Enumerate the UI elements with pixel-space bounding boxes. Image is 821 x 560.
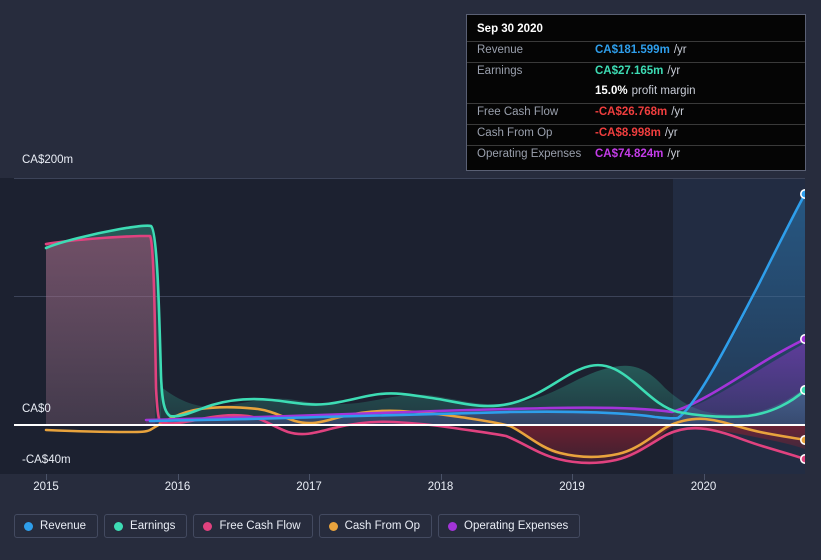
tooltip-row-value: -CA$8.998m — [595, 127, 661, 139]
legend-item-label: Earnings — [130, 520, 176, 532]
legend-color-dot-icon — [203, 521, 213, 531]
y-axis-label-zero: CA$0 — [22, 403, 51, 415]
tooltip-row: Cash From Op -CA$8.998m/yr — [467, 124, 805, 145]
endpoint-revenue — [800, 189, 805, 199]
legend-item-earnings[interactable]: Earnings — [104, 514, 188, 538]
tooltip-row: Earnings CA$27.165m/yr — [467, 62, 805, 83]
tooltip-rows: Revenue CA$181.599m/yr Earnings CA$27.165m /… — [467, 41, 805, 166]
fcf-area-early — [46, 236, 155, 424]
tooltip-row-value: -CA$26.768m — [595, 106, 668, 118]
legend-item-revenue[interactable]: Revenue — [14, 514, 99, 538]
legend-item-operating-expenses[interactable]: Operating Expenses — [438, 514, 581, 538]
x-axis-label: 2015 — [33, 481, 59, 493]
tooltip-row-label: Cash From Op — [477, 127, 553, 139]
legend-item-label: Operating Expenses — [464, 520, 569, 532]
financial-chart: CA$200m CA$0 -CA$40m 2015 2016 2017 2018 201… — [0, 0, 821, 560]
data-tooltip: Sep 30 2020 Revenue CA$181.599m/yr Earning… — [466, 14, 806, 171]
y-axis-label-bottom: -CA$40m — [22, 454, 71, 466]
tooltip-row: Free Cash Flow -CA$26.768m/yr — [467, 103, 805, 124]
series-layer — [44, 189, 805, 465]
chart-legend: Revenue Earnings Free Cash Flow Cash From O… — [14, 514, 581, 538]
tooltip-row-suffix: /yr — [667, 65, 681, 77]
x-axis-tick — [703, 474, 705, 480]
tooltip-row-suffix: /yr — [667, 148, 681, 160]
x-axis-tick — [46, 474, 47, 480]
x-axis: 2015 2016 2017 2018 2019 2020 — [0, 474, 821, 504]
legend-item-label: Free Cash Flow — [219, 520, 301, 532]
tooltip-row-label: Earnings — [477, 65, 523, 77]
tooltip-row: 15.0% profit margin — [467, 83, 805, 103]
x-axis-tick — [440, 474, 442, 480]
tooltip-row-label: Free Cash Flow — [477, 106, 559, 118]
x-axis-label: 2018 — [427, 481, 454, 493]
tooltip-row-suffix: /yr — [664, 127, 678, 139]
legend-item-label: Cash From Op — [344, 520, 421, 532]
endpoint-free-cash-flow — [800, 454, 805, 464]
tooltip-row: Operating Expenses CA$74.824m/yr — [467, 145, 805, 166]
tooltip-row-suffix: /yr — [673, 44, 687, 56]
legend-color-dot-icon — [114, 521, 124, 531]
x-axis-label: 2019 — [559, 481, 585, 493]
endpoint-operating-expenses — [800, 334, 805, 344]
legend-color-dot-icon — [448, 521, 458, 531]
tooltip-row-value: 15.0% — [595, 85, 628, 97]
tooltip-row-value: CA$27.165m — [595, 65, 664, 77]
y-axis-label-top: CA$200m — [22, 154, 74, 166]
revenue-area — [150, 194, 805, 424]
tooltip-row-value: CA$181.599m — [595, 44, 670, 56]
tooltip-row: Revenue CA$181.599m/yr — [467, 41, 805, 62]
x-axis-label: 2016 — [164, 481, 191, 493]
tooltip-row-suffix: /yr — [671, 106, 685, 118]
legend-item-free-cash-flow[interactable]: Free Cash Flow — [193, 514, 313, 538]
endpoint-earnings — [800, 385, 805, 395]
tooltip-row-label: Revenue — [477, 44, 524, 56]
legend-color-dot-icon — [328, 521, 338, 531]
x-axis-label: 2020 — [690, 481, 717, 493]
tooltip-row-label: Operating Expenses — [477, 148, 582, 160]
legend-item-label: Revenue — [40, 520, 87, 532]
x-axis-tick — [309, 474, 310, 480]
endpoint-cash-from-op — [800, 435, 805, 445]
x-axis-tick — [572, 474, 573, 480]
plot-area — [0, 178, 821, 474]
tooltip-date: Sep 30 2020 — [477, 23, 543, 35]
tooltip-row-value: CA$74.824m — [595, 148, 664, 160]
zero-baseline — [14, 424, 805, 426]
legend-color-dot-icon — [24, 521, 33, 531]
legend-item-cash-from-op[interactable]: Cash From Op — [318, 514, 433, 538]
tooltip-row-suffix: profit margin — [631, 85, 696, 97]
x-axis-tick — [177, 474, 179, 480]
x-axis-label: 2017 — [296, 481, 322, 493]
